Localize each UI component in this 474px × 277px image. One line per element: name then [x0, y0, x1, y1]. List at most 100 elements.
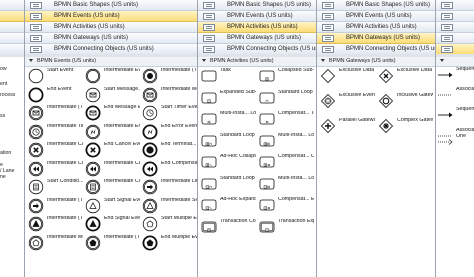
stencil-icon [322, 2, 334, 9]
shape-start-event[interactable]: Start Event [28, 68, 83, 86]
stencil-header-gateways[interactable]: BPMN Gateways (US units) [198, 33, 316, 44]
shape-complex-gateway[interactable]: Complex Gateway [378, 118, 434, 136]
shape-loop-collapsed[interactable]: Standard Loop Coll... [201, 133, 257, 151]
shape-adhoc-expanded[interactable]: Ad-Hoc Expanded... [201, 197, 257, 215]
compensation-expanded-icon [259, 197, 275, 213]
multi-instance-collapsed-icon [259, 133, 275, 149]
stencil-header-gateways[interactable] [0, 33, 24, 44]
section-header-events[interactable]: BPMN Events (US units) [25, 57, 197, 67]
stencil-header-events[interactable] [436, 11, 474, 22]
shape-start-conditional[interactable]: Start Conditio... [28, 179, 83, 197]
stencil-header-basic[interactable]: BPMN Basic Shapes (US units) [198, 0, 316, 11]
shape-intermediate-multiple[interactable]: Intermediate Multiple E... [28, 235, 83, 253]
stencil-header-events[interactable]: BPMN Events (US units) [25, 11, 197, 22]
intermediate-throwing-icon [142, 68, 158, 84]
shape-intermediate-cancel[interactable]: Intermediate Cancel Event [28, 142, 83, 160]
section-header-connecting[interactable] [436, 57, 474, 67]
stencil-icon [441, 35, 453, 42]
shape-end-event[interactable]: End Event [28, 87, 83, 105]
shape-compensation-expanded[interactable]: Compensat... Expanded... [259, 197, 315, 215]
shape-intermediate-link-throwing[interactable]: Intermediate (Throwing... [28, 198, 83, 216]
shape-start-message[interactable]: Start Message... [85, 87, 140, 105]
shape-end-message[interactable]: End Message Event [85, 105, 140, 123]
shape-end-error[interactable]: End Error Event [142, 124, 197, 142]
shape-end-compensation[interactable]: End Compensat... [142, 161, 197, 179]
shape-parallel-gateway[interactable]: Parallel Gateway [320, 118, 376, 136]
stencil-header-gateways[interactable]: BPMN Gateways (US units) [25, 33, 197, 44]
shape-transaction-expanded[interactable]: Transaction Expanded... [259, 219, 315, 237]
shape-sequence-flow-2[interactable]: Sequence [437, 107, 474, 118]
shape-expanded-subprocess[interactable]: Expanded Sub-Process [201, 90, 257, 108]
stencil-header-basic[interactable]: BPMN Basic Shapes (US units) [317, 0, 435, 11]
shape-transaction-collapsed[interactable]: Transaction Collapsed... [201, 219, 257, 237]
shape-intermediate-conditional[interactable]: Intermediate Condition... [85, 179, 140, 197]
shape-intermediate-throwing[interactable]: Intermediate (Throwing... [142, 68, 197, 86]
stencil-header-gateways[interactable]: BPMN Gateways (US units) [317, 33, 435, 44]
shape-intermediate-compensation-throwing[interactable]: Intermediate Compensat... [85, 161, 140, 179]
shape-exclusive-data-gateway[interactable]: Exclusive Data Gateway [320, 68, 376, 86]
shape-end-cancel[interactable]: End Cancel Event [85, 142, 140, 160]
shape-sequence-flow[interactable]: Sequence [437, 67, 474, 78]
shape-intermediate-multiple-throwing[interactable]: Intermediate (Throwing... [85, 235, 140, 253]
stencil-header-events[interactable]: BPMN Events (US units) [317, 11, 435, 22]
shape-association[interactable]: Associa... [437, 87, 474, 97]
collapse-triangle-icon [29, 59, 33, 63]
stencil-header-activities[interactable]: BPMN Activities (US units) [198, 22, 316, 33]
shape-start-signal[interactable]: Start Signal Event [85, 198, 140, 216]
shape-inclusive-gateway[interactable]: Inclusive Gateway [378, 93, 434, 111]
shape-exclusive-event-gateway[interactable]: Exclusive Event Gateway [320, 93, 376, 111]
start-signal-icon [85, 198, 101, 214]
shape-association-one[interactable]: One [437, 134, 473, 145]
stencil-title: BPMN Connecting Objects (US units) [346, 46, 435, 52]
shape-end-terminate[interactable]: End Terminat... [142, 142, 197, 160]
shape-multi-instance-collapsed[interactable]: Multi-Insta... Loop Coll... [259, 133, 315, 151]
stencil-header-basic[interactable] [436, 0, 474, 11]
intermediate-message-throwing-icon [28, 105, 44, 121]
stencil-header-events[interactable]: BPMN Events (US units) [198, 11, 316, 22]
shape-exclusive-x-gateway[interactable]: Exclusive Data Gateway [378, 68, 434, 86]
shape-end-multiple[interactable]: End Multiple Event [142, 235, 197, 253]
transaction-expanded-icon [259, 219, 275, 235]
shape-intermediate-signal-throwing[interactable]: Intermediate (Throwing... [28, 216, 83, 234]
stencil-icon [203, 24, 215, 31]
shape-intermediate-compensation[interactable]: Intermediate Compensat... [28, 161, 83, 179]
shape-start-timer[interactable]: Start Timer Event [142, 105, 197, 123]
shape-compensation-task[interactable]: Compensat... Task [259, 111, 315, 129]
stencil-header-basic[interactable] [0, 0, 24, 11]
stencil-header-activities[interactable]: BPMN Activities (US units) [25, 22, 197, 33]
stencil-header-gateways[interactable] [436, 33, 474, 44]
shape-intermediate-event[interactable]: Intermediate Event [85, 68, 140, 86]
shape-label: Intermediate Link Event [161, 179, 197, 184]
section-header-activities[interactable]: BPMN Activities (US units) [198, 57, 316, 67]
shape-loop-task[interactable]: Standard Loop Task [259, 90, 315, 108]
fragment-label: ent [0, 81, 8, 87]
shape-multi-instance-expanded[interactable]: Multi-Insta... Loop Exp... [259, 176, 315, 194]
loop-task-icon [259, 90, 275, 106]
shape-intermediate-timer[interactable]: Intermediate Timer Event [28, 124, 83, 142]
stencil-header-activities[interactable] [436, 22, 474, 33]
stencil-header-events[interactable] [0, 11, 24, 22]
shape-label: Exclusive Data Gateway [397, 68, 433, 73]
shape-multi-instance-task[interactable]: Multi-Insta... Loop Task [201, 111, 257, 129]
stencil-header-basic[interactable]: BPMN Basic Shapes (US units) [25, 0, 197, 11]
stencil-header-activities[interactable] [0, 22, 24, 33]
shape-intermediate-message[interactable]: Intermediate Message E... [142, 87, 197, 105]
shape-collapsed-subprocess[interactable]: Collapsed Sub-Process [259, 68, 315, 86]
shape-label: Task [220, 68, 231, 73]
shape-intermediate-link[interactable]: Intermediate Link Event [142, 179, 197, 197]
start-multiple-icon [142, 216, 158, 232]
stencil-header-activities[interactable]: BPMN Activities (US units) [317, 22, 435, 33]
shape-compensation-collapsed[interactable]: Compensat... Collapsed... [259, 154, 315, 172]
shape-task[interactable]: Task [201, 68, 257, 86]
shape-intermediate-error[interactable]: Intermediate Error Event [85, 124, 140, 142]
shape-label: Standard Loop Task [278, 89, 314, 95]
shape-loop-expanded[interactable]: Standard Loop Exp... [201, 176, 257, 194]
shape-intermediate-signal[interactable]: Intermediate Signal Event [142, 198, 197, 216]
shape-start-multiple[interactable]: Start Multiple Event [142, 216, 197, 234]
shape-intermediate-message-throwing[interactable]: Intermediate (Throwing... [28, 105, 83, 123]
shape-label: Sequence [456, 107, 474, 112]
shape-adhoc-collapsed[interactable]: Ad-Hoc Collapsed... [201, 154, 257, 172]
section-header-gateways[interactable]: BPMN Gateways (US units) [317, 57, 435, 67]
shape-end-signal[interactable]: End Signal Event [85, 216, 140, 234]
start-conditional-icon [28, 179, 44, 195]
